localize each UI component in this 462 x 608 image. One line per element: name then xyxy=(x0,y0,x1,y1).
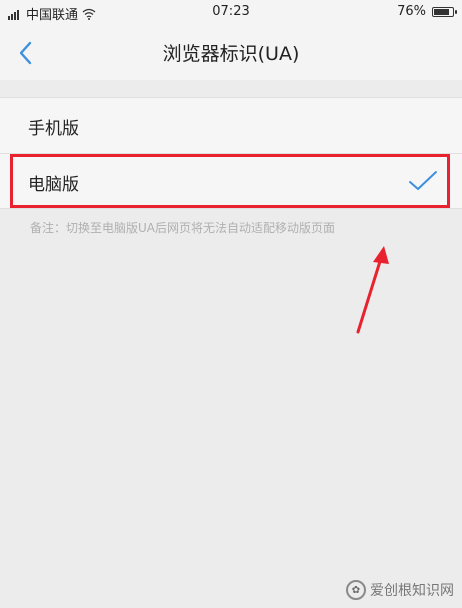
status-time: 07:23 xyxy=(212,4,250,19)
nav-bar: 浏览器标识(UA) xyxy=(0,26,462,81)
note-text: 备注：切换至电脑版UA后网页将无法自动适配移动版页面 xyxy=(30,221,335,235)
option-label: 电脑版 xyxy=(28,175,79,195)
watermark-logo-icon: ✿ xyxy=(346,580,366,600)
ua-options-list: 手机版 电脑版 xyxy=(0,97,462,209)
status-right: 76% xyxy=(397,4,457,19)
status-bar: 中国联通 07:23 76% xyxy=(0,0,462,26)
option-label: 手机版 xyxy=(28,119,79,139)
option-mobile[interactable]: 手机版 xyxy=(0,97,462,153)
battery-icon xyxy=(432,6,457,17)
content-area: 手机版 电脑版 备注：切换至电脑版UA后网页将无法自动适配移动版页面 ✿ 爱创根… xyxy=(0,80,462,608)
checkmark-icon xyxy=(409,171,437,190)
option-desktop[interactable]: 电脑版 xyxy=(0,153,462,209)
battery-percent: 76% xyxy=(397,4,426,19)
watermark: ✿ 爱创根知识网 xyxy=(346,580,454,600)
page-title: 浏览器标识(UA) xyxy=(162,43,300,65)
watermark-text: 爱创根知识网 xyxy=(370,583,454,599)
